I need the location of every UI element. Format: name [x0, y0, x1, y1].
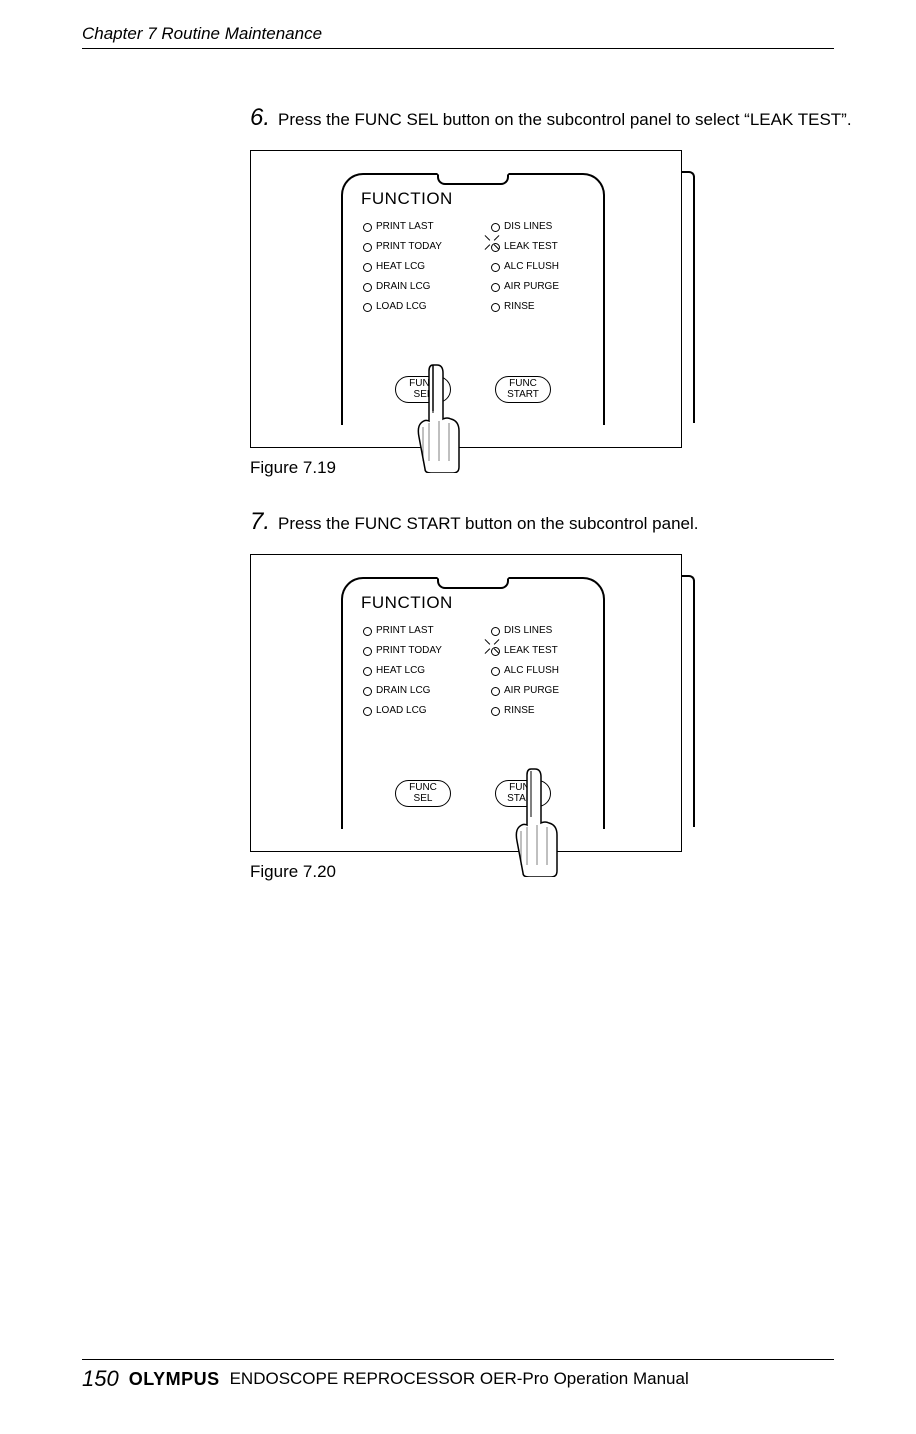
led-heat-lcg: HEAT LCG — [363, 661, 442, 681]
led-label: PRINT LAST — [376, 626, 434, 636]
led-icon — [491, 283, 500, 292]
led-dis-lines: DIS LINES — [491, 217, 559, 237]
led-icon — [363, 243, 372, 252]
led-icon — [363, 707, 372, 716]
led-print-last: PRINT LAST — [363, 621, 442, 641]
led-label: AIR PURGE — [504, 282, 559, 292]
led-icon — [491, 707, 500, 716]
step-text: Press the FUNC SEL button on the subcont… — [278, 109, 852, 132]
led-rinse: RINSE — [491, 701, 559, 721]
step-text: Press the FUNC START button on the subco… — [278, 513, 699, 536]
led-label: PRINT TODAY — [376, 242, 442, 252]
led-air-purge: AIR PURGE — [491, 681, 559, 701]
led-label: LEAK TEST — [504, 646, 558, 656]
led-label: RINSE — [504, 706, 535, 716]
step-number: 6. — [250, 104, 278, 132]
led-label: HEAT LCG — [376, 262, 425, 272]
led-label: DIS LINES — [504, 222, 552, 232]
led-icon — [491, 303, 500, 312]
step-number: 7. — [250, 508, 278, 536]
panel-title: FUNCTION — [361, 189, 453, 209]
led-column-left: PRINT LAST PRINT TODAY HEAT LCG DRAIN LC… — [363, 217, 442, 317]
page: Chapter 7 Routine Maintenance 6. Press t… — [0, 0, 916, 1434]
led-icon — [363, 283, 372, 292]
chapter-header: Chapter 7 Routine Maintenance — [82, 24, 834, 49]
btn-line1: FUNC — [496, 379, 550, 390]
led-label: ALC FLUSH — [504, 666, 559, 676]
led-heat-lcg: HEAT LCG — [363, 257, 442, 277]
led-dis-lines: DIS LINES — [491, 621, 559, 641]
panel-buttons: FUNC SEL FUNC START — [343, 780, 603, 807]
led-label: DIS LINES — [504, 626, 552, 636]
step-6: 6. Press the FUNC SEL button on the subc… — [250, 104, 860, 132]
panel-side-edge — [681, 171, 695, 423]
led-drain-lcg: DRAIN LCG — [363, 277, 442, 297]
led-label: RINSE — [504, 302, 535, 312]
led-print-last: PRINT LAST — [363, 217, 442, 237]
led-label: PRINT LAST — [376, 222, 434, 232]
led-rinse: RINSE — [491, 297, 559, 317]
led-label: HEAT LCG — [376, 666, 425, 676]
content-area: 6. Press the FUNC SEL button on the subc… — [250, 104, 860, 912]
panel-notch — [437, 173, 509, 185]
led-alc-flush: ALC FLUSH — [491, 257, 559, 277]
led-label: DRAIN LCG — [376, 686, 430, 696]
led-column-left: PRINT LAST PRINT TODAY HEAT LCG DRAIN LC… — [363, 621, 442, 721]
led-icon — [363, 647, 372, 656]
led-alc-flush: ALC FLUSH — [491, 661, 559, 681]
led-column-right: DIS LINES LEAK TEST ALC FLUSH AIR PURGE … — [491, 621, 559, 721]
figure-7-19: FUNCTION PRINT LAST PRINT TODAY HEAT LCG… — [250, 150, 682, 448]
led-icon — [491, 687, 500, 696]
led-icon — [363, 223, 372, 232]
led-load-lcg: LOAD LCG — [363, 297, 442, 317]
led-icon — [363, 667, 372, 676]
figure-7-20: FUNCTION PRINT LAST PRINT TODAY HEAT LCG… — [250, 554, 682, 852]
led-icon — [491, 627, 500, 636]
page-number: 150 — [82, 1366, 119, 1392]
chapter-text: Chapter 7 Routine Maintenance — [82, 24, 322, 43]
manual-title: ENDOSCOPE REPROCESSOR OER-Pro Operation … — [230, 1369, 689, 1389]
led-icon — [363, 263, 372, 272]
panel-buttons: FUNC SEL FUNC START — [343, 376, 603, 403]
led-load-lcg: LOAD LCG — [363, 701, 442, 721]
led-label: LOAD LCG — [376, 302, 427, 312]
led-icon — [491, 647, 500, 656]
subcontrol-panel: FUNCTION PRINT LAST PRINT TODAY HEAT LCG… — [341, 577, 605, 829]
step-7: 7. Press the FUNC START button on the su… — [250, 508, 860, 536]
panel-side-edge — [681, 575, 695, 827]
btn-line1: FUNC — [396, 783, 450, 794]
led-air-purge: AIR PURGE — [491, 277, 559, 297]
func-sel-button[interactable]: FUNC SEL — [395, 780, 451, 807]
led-label: DRAIN LCG — [376, 282, 430, 292]
subcontrol-panel: FUNCTION PRINT LAST PRINT TODAY HEAT LCG… — [341, 173, 605, 425]
led-column-right: DIS LINES LEAK TEST ALC FLUSH AIR PURGE … — [491, 217, 559, 317]
led-label: AIR PURGE — [504, 686, 559, 696]
led-label: LOAD LCG — [376, 706, 427, 716]
led-label: ALC FLUSH — [504, 262, 559, 272]
func-start-button[interactable]: FUNC START — [495, 376, 551, 403]
led-icon — [491, 263, 500, 272]
led-label: PRINT TODAY — [376, 646, 442, 656]
led-print-today: PRINT TODAY — [363, 641, 442, 661]
finger-icon — [511, 765, 559, 877]
led-icon — [491, 667, 500, 676]
led-print-today: PRINT TODAY — [363, 237, 442, 257]
panel-notch — [437, 577, 509, 589]
page-footer: 150 OLYMPUS ENDOSCOPE REPROCESSOR OER-Pr… — [82, 1359, 834, 1392]
figure-caption: Figure 7.19 — [250, 458, 860, 478]
led-leak-test: LEAK TEST — [491, 641, 559, 661]
btn-line2: START — [496, 390, 550, 401]
led-icon — [363, 627, 372, 636]
led-icon — [363, 687, 372, 696]
panel-title: FUNCTION — [361, 593, 453, 613]
finger-icon — [413, 361, 461, 473]
led-label: LEAK TEST — [504, 242, 558, 252]
btn-line2: SEL — [396, 794, 450, 805]
brand-logo: OLYMPUS — [129, 1369, 220, 1390]
led-drain-lcg: DRAIN LCG — [363, 681, 442, 701]
led-icon — [491, 243, 500, 252]
led-leak-test: LEAK TEST — [491, 237, 559, 257]
led-icon — [363, 303, 372, 312]
led-icon — [491, 223, 500, 232]
